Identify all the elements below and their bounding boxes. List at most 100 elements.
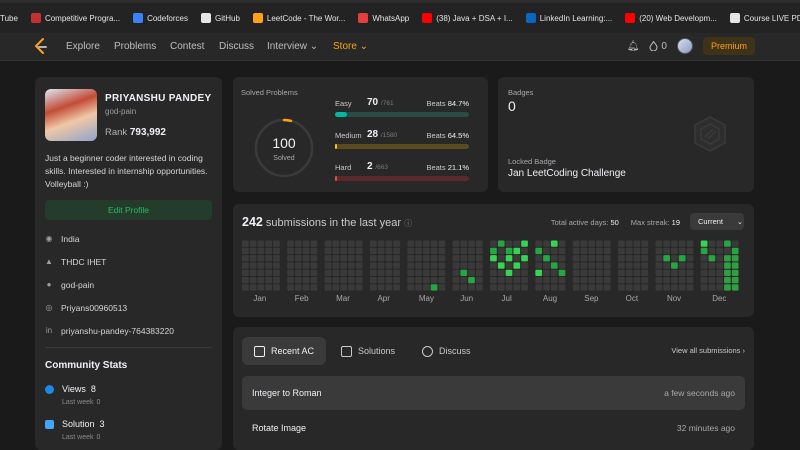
heatmap-cell[interactable] [348, 284, 355, 291]
heatmap-cell[interactable] [497, 247, 505, 255]
heatmap-cell[interactable] [468, 247, 475, 255]
heatmap-cell[interactable] [618, 277, 625, 284]
heatmap-cell[interactable] [393, 247, 400, 255]
heatmap-cell[interactable] [686, 262, 694, 269]
heatmap-cell[interactable] [377, 255, 385, 262]
heatmap-cell[interactable] [490, 269, 497, 276]
heatmap-cell[interactable] [355, 255, 363, 262]
heatmap-cell[interactable] [324, 284, 332, 291]
heatmap-cell[interactable] [273, 247, 280, 255]
heatmap-cell[interactable] [708, 284, 716, 291]
heatmap-cell[interactable] [708, 277, 716, 284]
heatmap-cell[interactable] [550, 262, 558, 269]
heatmap-cell[interactable] [468, 277, 475, 284]
heatmap-cell[interactable] [355, 247, 363, 255]
heatmap-cell[interactable] [505, 277, 513, 284]
heatmap-cell[interactable] [475, 277, 483, 284]
heatmap-cell[interactable] [686, 255, 694, 262]
heatmap-cell[interactable] [731, 277, 739, 284]
info-icon[interactable]: ⓘ [404, 219, 412, 228]
heatmap-cell[interactable] [663, 255, 671, 262]
heatmap-cell[interactable] [415, 277, 422, 284]
heatmap-cell[interactable] [550, 247, 558, 255]
heatmap-cell[interactable] [671, 247, 678, 255]
heatmap-cell[interactable] [407, 277, 415, 284]
heatmap-cell[interactable] [475, 269, 483, 276]
profile-info-text[interactable]: priyanshu-pandey-764383220 [61, 326, 174, 336]
heatmap-cell[interactable] [340, 255, 347, 262]
heatmap-cell[interactable] [393, 269, 400, 276]
heatmap-cell[interactable] [535, 269, 543, 276]
heatmap-cell[interactable] [543, 284, 550, 291]
heatmap-cell[interactable] [588, 255, 596, 262]
heatmap-cell[interactable] [671, 277, 678, 284]
heatmap-cell[interactable] [475, 255, 483, 262]
heatmap-cell[interactable] [273, 240, 280, 247]
heatmap-cell[interactable] [452, 255, 460, 262]
heatmap-cell[interactable] [686, 284, 694, 291]
heatmap-cell[interactable] [663, 247, 671, 255]
heatmap-cell[interactable] [242, 284, 249, 291]
heatmap-cell[interactable] [603, 262, 611, 269]
heatmap-cell[interactable] [505, 240, 513, 247]
heatmap-cell[interactable] [724, 262, 731, 269]
heatmap-cell[interactable] [580, 262, 588, 269]
heatmap-cell[interactable] [572, 247, 580, 255]
heatmap-cell[interactable] [369, 269, 377, 276]
heatmap-cell[interactable] [655, 284, 663, 291]
bookmark-item[interactable]: Codeforces [133, 13, 188, 23]
heatmap-cell[interactable] [513, 269, 521, 276]
heatmap-cell[interactable] [332, 262, 340, 269]
heatmap-cell[interactable] [618, 240, 625, 247]
heatmap-cell[interactable] [438, 269, 446, 276]
heatmap-cell[interactable] [618, 247, 625, 255]
heatmap-cell[interactable] [377, 269, 385, 276]
heatmap-cell[interactable] [257, 277, 265, 284]
heatmap-cell[interactable] [543, 240, 550, 247]
heatmap-cell[interactable] [603, 277, 611, 284]
heatmap-cell[interactable] [460, 255, 468, 262]
heatmap-cell[interactable] [700, 277, 708, 284]
heatmap-cell[interactable] [618, 284, 625, 291]
heatmap-cell[interactable] [295, 269, 302, 276]
heatmap-cell[interactable] [295, 262, 302, 269]
heatmap-cell[interactable] [385, 284, 393, 291]
heatmap-cell[interactable] [572, 277, 580, 284]
heatmap-cell[interactable] [257, 284, 265, 291]
heatmap-cell[interactable] [249, 277, 257, 284]
heatmap-cell[interactable] [641, 262, 649, 269]
heatmap-cell[interactable] [521, 284, 528, 291]
heatmap-cell[interactable] [310, 247, 318, 255]
heatmap-cell[interactable] [355, 240, 363, 247]
heatmap-cell[interactable] [310, 269, 318, 276]
heatmap-cell[interactable] [497, 255, 505, 262]
heatmap-cell[interactable] [332, 247, 340, 255]
heatmap-cell[interactable] [550, 284, 558, 291]
heatmap-cell[interactable] [700, 262, 708, 269]
heatmap-cell[interactable] [295, 247, 302, 255]
heatmap-cell[interactable] [535, 284, 543, 291]
heatmap-cell[interactable] [513, 247, 521, 255]
heatmap-cell[interactable] [385, 255, 393, 262]
heatmap-cell[interactable] [407, 240, 415, 247]
heatmap-cell[interactable] [521, 269, 528, 276]
heatmap-cell[interactable] [521, 262, 528, 269]
heatmap-cell[interactable] [348, 262, 355, 269]
heatmap-cell[interactable] [242, 277, 249, 284]
heatmap-cell[interactable] [724, 255, 731, 262]
heatmap-cell[interactable] [324, 240, 332, 247]
heatmap-cell[interactable] [273, 262, 280, 269]
heatmap-cell[interactable] [242, 269, 249, 276]
heatmap-cell[interactable] [415, 262, 422, 269]
nav-contest[interactable]: Contest [170, 41, 204, 52]
heatmap-cell[interactable] [249, 262, 257, 269]
heatmap-cell[interactable] [302, 269, 310, 276]
heatmap-cell[interactable] [438, 240, 446, 247]
bookmark-item[interactable]: WhatsApp [358, 13, 409, 23]
heatmap-cell[interactable] [708, 255, 716, 262]
heatmap-cell[interactable] [633, 269, 641, 276]
heatmap-cell[interactable] [625, 277, 633, 284]
heatmap-cell[interactable] [249, 269, 257, 276]
user-avatar-small[interactable] [676, 38, 693, 54]
heatmap-cell[interactable] [716, 284, 724, 291]
